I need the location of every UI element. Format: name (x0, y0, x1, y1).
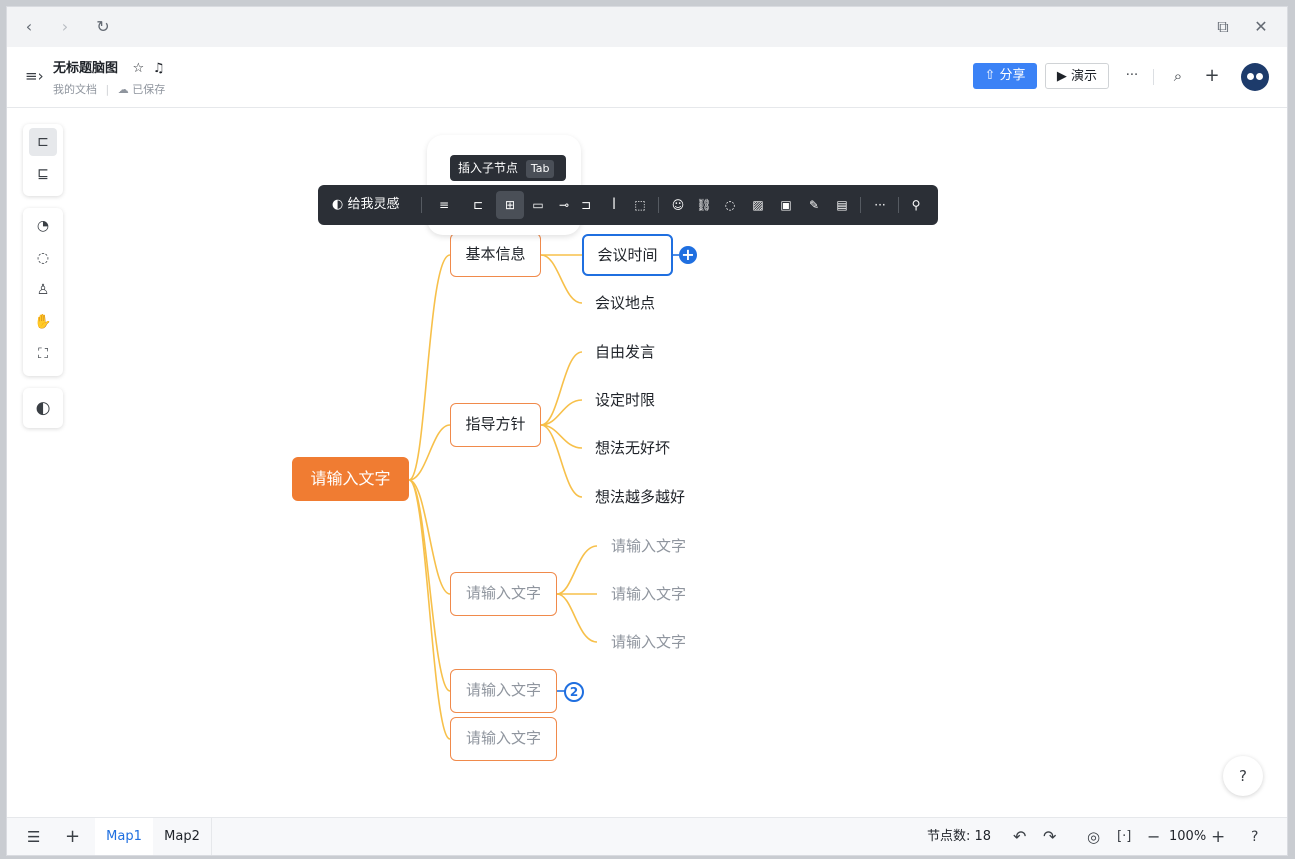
sub-node[interactable]: 想法无好坏 (595, 437, 670, 458)
divider (1153, 69, 1154, 85)
inspire-icon: ◐ (332, 197, 344, 212)
insert-child-icon[interactable]: ⊞ (496, 191, 524, 219)
add-icon[interactable]: + (1199, 63, 1225, 89)
status-bar: ☰ + Map1 Map2 节点数: 18 ↶ ↷ ◎ [·] − 100% +… (7, 817, 1287, 855)
comment-icon[interactable]: ◌ (720, 195, 740, 215)
tooltip-shortcut: Tab (525, 160, 555, 178)
saved-status: 已保存 (132, 83, 166, 96)
inspire-button[interactable]: ◐ 给我灵感 (332, 195, 400, 215)
zoom-in-icon[interactable]: + (1211, 818, 1225, 855)
branch-node[interactable]: 请输入文字 (450, 717, 557, 761)
avatar[interactable] (1241, 63, 1269, 91)
comment-icon[interactable]: ◌ (29, 244, 57, 272)
more-icon[interactable]: ··· (870, 195, 890, 215)
close-icon[interactable]: ✕ (1249, 15, 1273, 39)
note-icon[interactable]: ▤ (832, 195, 852, 215)
emoji-icon[interactable]: ☺ (668, 195, 688, 215)
collapsed-count-badge[interactable]: 2 (564, 682, 584, 702)
app-window: ‹ › ↻ ⧉ ✕ ≡› 无标题脑图 ☆ ♫ 我的文档 | ☁ 已保存 ⇧ 分享… (6, 6, 1288, 856)
theme-toolbar: ◐ (23, 388, 63, 428)
hand-icon[interactable]: ✋ (29, 308, 57, 336)
insert-parent-icon[interactable]: ⊏ (468, 195, 488, 215)
user-icon[interactable]: ♙ (29, 276, 57, 304)
add-sheet-icon[interactable]: + (65, 818, 80, 855)
outline-toggle-icon[interactable]: ≡› (25, 67, 44, 85)
popout-icon[interactable]: ⧉ (1211, 15, 1235, 39)
node-toolbar: ◐ 给我灵感 ≡ ⊏ ⊞ ▭ ⊸ ⊐ ꟾ ⬚ ☺ ⛓ ◌ ▨ ▣ ✎ ▤ ···… (318, 185, 938, 225)
help-icon[interactable]: ? (1223, 756, 1263, 796)
share-button[interactable]: ⇧ 分享 (973, 63, 1037, 89)
tooltip-label: 插入子节点 (458, 161, 519, 175)
summary-icon[interactable]: ⊐ (576, 195, 596, 215)
sheet-tab-map1[interactable]: Map1 (95, 818, 153, 855)
branch-node[interactable]: 指导方针 (450, 403, 541, 447)
sheet-list-icon[interactable]: ☰ (27, 818, 40, 855)
node-count: 节点数: 18 (927, 829, 992, 844)
sub-node[interactable]: 请输入文字 (611, 535, 686, 556)
more-button[interactable]: ··· (1119, 63, 1145, 89)
browser-bar: ‹ › ↻ ⧉ ✕ (7, 7, 1287, 47)
doc-title[interactable]: 无标题脑图 ☆ ♫ (53, 57, 164, 76)
selected-node[interactable]: 会议时间 (582, 234, 673, 276)
back-icon[interactable]: ‹ (17, 15, 41, 39)
forward-icon[interactable]: › (53, 15, 77, 39)
sub-node[interactable]: 想法越多越好 (595, 486, 685, 507)
video-icon[interactable]: ▣ (776, 195, 796, 215)
palette-icon[interactable]: ◔ (29, 212, 57, 240)
reload-icon[interactable]: ↻ (91, 15, 115, 39)
breadcrumb-location[interactable]: 我的文档 (53, 83, 97, 96)
pin-icon[interactable]: ⚲ (906, 195, 926, 215)
tools-toolbar: ◔ ◌ ♙ ✋ ⛶ (23, 208, 63, 376)
star-icon[interactable]: ☆ (133, 61, 145, 76)
share-icon: ⇧ (984, 68, 996, 83)
zoom-level[interactable]: 100% (1169, 818, 1206, 855)
root-node[interactable]: 请输入文字 (292, 457, 409, 501)
list-icon[interactable]: ≡ (434, 195, 454, 215)
sub-node[interactable]: 自由发言 (595, 341, 655, 362)
outline-layout-icon[interactable]: ⊑ (29, 160, 57, 188)
select-frame-icon[interactable]: ⬚ (630, 195, 650, 215)
undo-icon[interactable]: ↶ (1013, 818, 1026, 855)
link-icon[interactable]: ⛓ (694, 195, 714, 215)
outer-frame-icon[interactable]: ꟾ (604, 195, 624, 215)
zoom-out-icon[interactable]: − (1147, 818, 1160, 855)
layout-toolbar: ⊏ ⊑ (23, 124, 63, 196)
insert-sibling-icon[interactable]: ▭ (528, 195, 548, 215)
doc-meta: 我的文档 | ☁ 已保存 (53, 83, 166, 96)
sub-node[interactable]: 设定时限 (595, 389, 655, 410)
sub-node[interactable]: 请输入文字 (611, 583, 686, 604)
present-button[interactable]: ▶ 演示 (1045, 63, 1109, 89)
location-icon[interactable]: ◎ (1087, 818, 1100, 855)
sub-node[interactable]: 会议地点 (595, 292, 655, 313)
fullscreen-icon[interactable]: ⛶ (29, 340, 57, 368)
add-child-icon[interactable]: + (679, 246, 697, 264)
attachment-icon[interactable]: ✎ (804, 195, 824, 215)
redo-icon[interactable]: ↷ (1043, 818, 1056, 855)
relation-line-icon[interactable]: ⊸ (554, 195, 574, 215)
help-icon[interactable]: ? (1251, 818, 1258, 855)
branch-node[interactable]: 请输入文字 (450, 669, 557, 713)
sub-node[interactable]: 请输入文字 (611, 631, 686, 652)
bell-icon[interactable]: ♫ (153, 61, 165, 76)
cloud-saved-icon: ☁ (117, 83, 129, 96)
sheet-tab-map2[interactable]: Map2 (153, 818, 212, 855)
doc-header: ≡› 无标题脑图 ☆ ♫ 我的文档 | ☁ 已保存 ⇧ 分享 ▶ 演示 ··· … (7, 47, 1287, 108)
image-icon[interactable]: ▨ (748, 195, 768, 215)
tooltip: 插入子节点 Tab (450, 155, 566, 181)
theme-icon[interactable]: ◐ (29, 394, 57, 422)
mindmap-layout-icon[interactable]: ⊏ (29, 128, 57, 156)
search-icon[interactable]: ⌕ (1165, 63, 1191, 89)
branch-node[interactable]: 请输入文字 (450, 572, 557, 616)
fit-view-icon[interactable]: [·] (1117, 818, 1131, 855)
branch-node[interactable]: 基本信息 (450, 233, 541, 277)
